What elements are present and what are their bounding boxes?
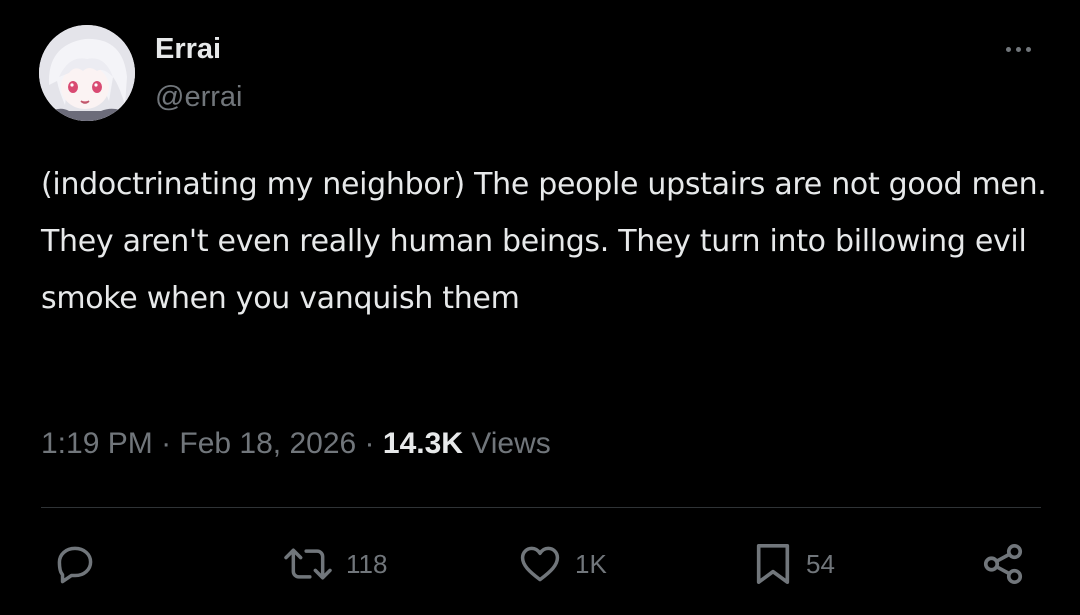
- like-button[interactable]: 1K: [517, 541, 607, 587]
- reply-icon: [57, 546, 93, 584]
- display-name[interactable]: Errai: [155, 31, 221, 67]
- bookmark-count: 54: [806, 549, 835, 579]
- more-icon: [1005, 46, 1011, 52]
- handle[interactable]: @errai: [155, 79, 242, 115]
- tweet-time[interactable]: 1:19 PM: [41, 427, 153, 460]
- reply-button[interactable]: [53, 541, 97, 587]
- retweet-button[interactable]: 118: [282, 541, 387, 587]
- heart-icon: [520, 546, 560, 582]
- meta-separator: ·: [152, 427, 180, 460]
- more-options-button[interactable]: [996, 36, 1040, 62]
- retweet-icon: [284, 548, 332, 580]
- more-icon-dot: [1015, 46, 1021, 52]
- retweet-count: 118: [346, 549, 388, 579]
- tweet-detail: Errai @errai (indoctrinating my neighbor…: [0, 0, 1080, 615]
- tweet-meta: 1:19 PM · Feb 18, 2026 · 14.3K Views: [41, 424, 551, 464]
- tweet-text: (indoctrinating my neighbor) The people …: [41, 167, 1047, 316]
- tweet-date[interactable]: Feb 18, 2026: [179, 427, 356, 460]
- views-label: Views: [462, 427, 551, 460]
- like-count: 1K: [575, 549, 607, 579]
- more-icon-dot: [1025, 46, 1031, 52]
- anime-avatar-icon: [39, 25, 135, 121]
- meta-separator: ·: [356, 427, 383, 460]
- bookmark-button[interactable]: 54: [752, 541, 835, 587]
- divider: [41, 507, 1041, 508]
- bookmark-icon: [756, 544, 790, 584]
- views-count: 14.3K: [382, 427, 463, 460]
- share-icon: [983, 543, 1023, 585]
- avatar[interactable]: [39, 25, 135, 121]
- share-button[interactable]: [980, 541, 1026, 587]
